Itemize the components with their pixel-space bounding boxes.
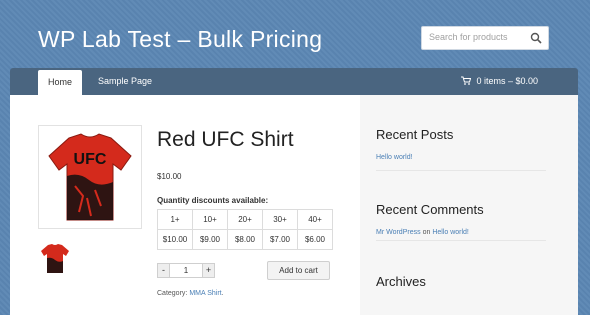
recent-comments-title: Recent Comments [376, 202, 484, 217]
tier-cell: 40+ [297, 209, 333, 230]
product-title: Red UFC Shirt [157, 128, 294, 151]
category-suffix: . [221, 290, 224, 297]
tier-price-cell: $7.00 [262, 229, 298, 250]
search-box[interactable] [421, 26, 549, 50]
shirt-logo-text: UFC [74, 151, 107, 168]
widget-divider [376, 240, 546, 241]
quantity-discount-table: 1+ 10+ 20+ 30+ 40+ $10.00 $9.00 $8.00 $7… [157, 209, 333, 250]
nav-item-sample-page[interactable]: Sample Page [88, 68, 162, 95]
quantity-increase-button[interactable]: + [202, 263, 215, 278]
product-category: Category: MMA Shirt. [157, 290, 224, 297]
comment-post-link[interactable]: Hello world! [432, 229, 469, 236]
quantity-stepper: - 1 + [157, 263, 215, 278]
site-title[interactable]: WP Lab Test – Bulk Pricing [38, 26, 322, 53]
nav-item-home[interactable]: Home [38, 70, 83, 95]
recent-post-link[interactable]: Hello world! [376, 154, 413, 161]
recent-posts-title: Recent Posts [376, 127, 454, 142]
category-link[interactable]: MMA Shirt [189, 290, 221, 297]
product-image[interactable]: UFC [38, 125, 142, 229]
quantity-input[interactable]: 1 [170, 263, 202, 278]
shirt-image-icon: UFC [48, 133, 132, 221]
category-label: Category: [157, 290, 188, 297]
archives-title: Archives [376, 274, 426, 289]
tier-cell: 30+ [262, 209, 298, 230]
tier-cell: 20+ [227, 209, 263, 230]
tier-price-cell: $8.00 [227, 229, 263, 250]
tier-price-cell: $6.00 [297, 229, 333, 250]
tier-price-cell: $9.00 [192, 229, 228, 250]
cart-link[interactable]: 0 items – $0.00 [461, 68, 538, 95]
add-to-cart-button[interactable]: Add to cart [267, 261, 330, 280]
shirt-thumbnail-icon [41, 244, 69, 273]
page-content: UFC Red UFC Shirt $10.00 Quantity discou… [10, 95, 578, 315]
search-input[interactable] [429, 32, 529, 42]
cart-icon [461, 76, 472, 85]
product-thumbnail[interactable] [38, 241, 72, 275]
quantity-decrease-button[interactable]: - [157, 263, 170, 278]
quantity-discount-label: Quantity discounts available: [157, 196, 269, 205]
widget-divider [376, 170, 546, 171]
comment-on-text: on [422, 229, 431, 236]
comment-author-link[interactable]: Mr WordPress [376, 229, 421, 236]
cart-summary: 0 items – $0.00 [476, 76, 538, 86]
tier-cell: 10+ [192, 209, 228, 230]
tier-price-row: $10.00 $9.00 $8.00 $7.00 $6.00 [157, 229, 333, 250]
product-price: $10.00 [157, 172, 182, 181]
search-icon[interactable] [530, 32, 542, 44]
tier-price-cell: $10.00 [157, 229, 193, 250]
tier-row: 1+ 10+ 20+ 30+ 40+ [157, 209, 333, 230]
recent-comment: Mr WordPress on Hello world! [376, 229, 469, 236]
tier-cell: 1+ [157, 209, 193, 230]
main-navigation: Home Sample Page 0 items – $0.00 [10, 68, 578, 95]
